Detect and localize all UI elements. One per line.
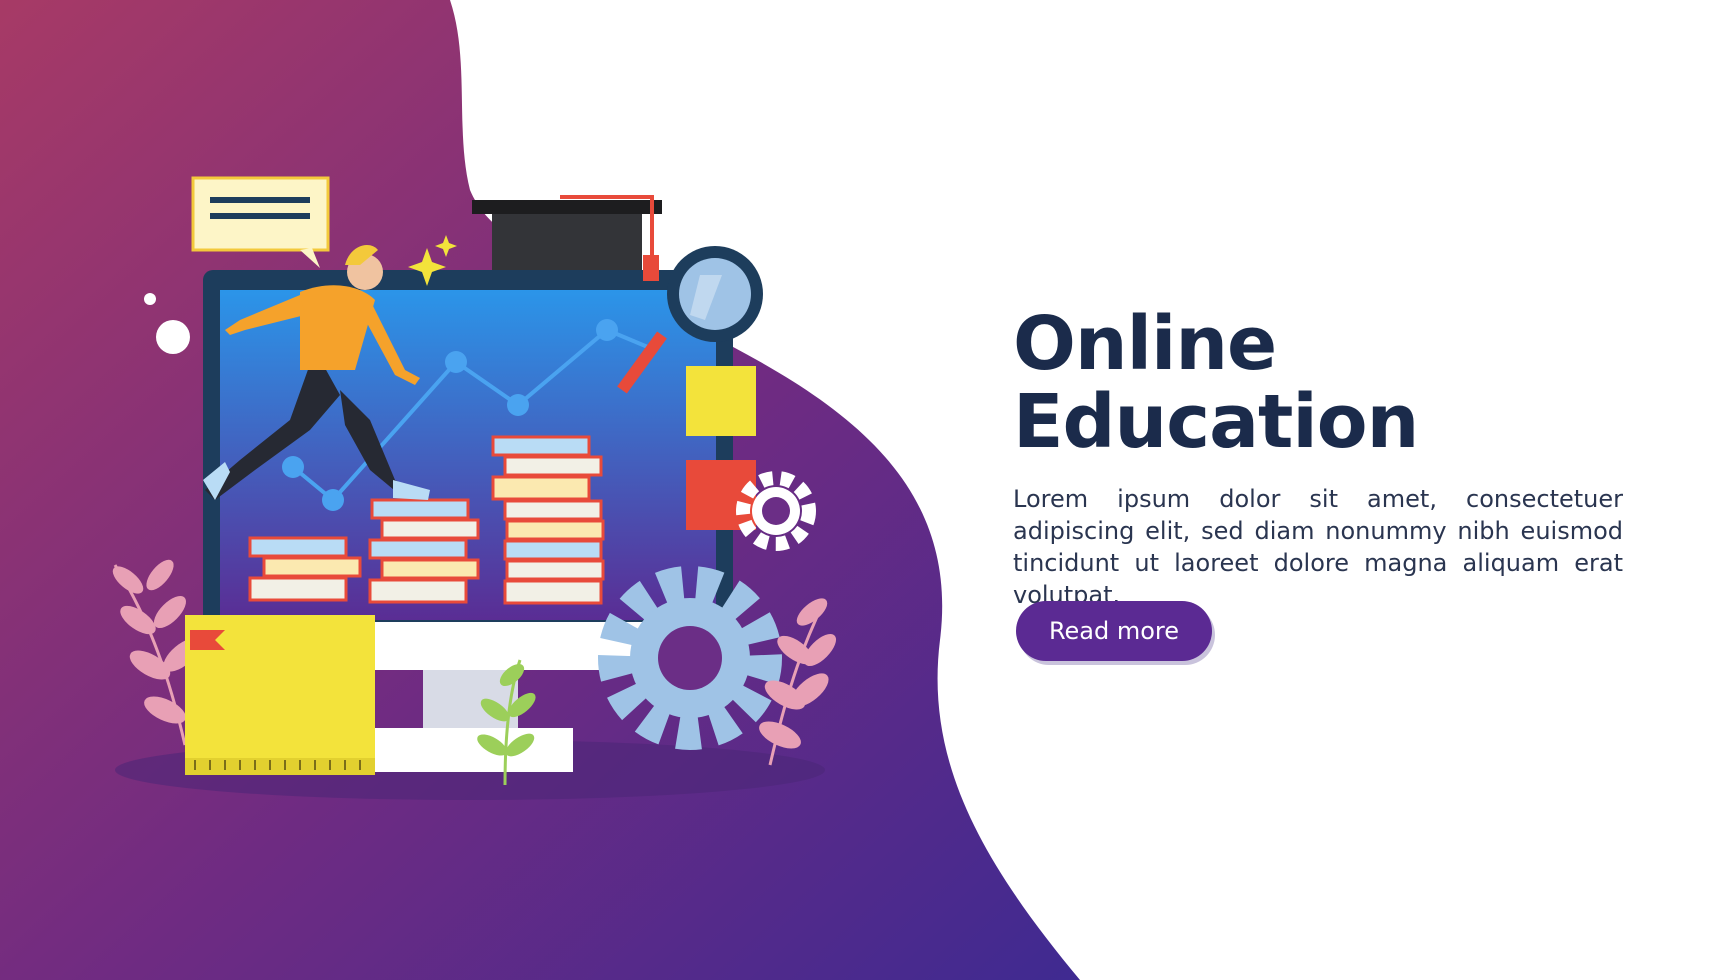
title-line-1: Online (1013, 301, 1277, 387)
read-more-button[interactable]: Read more (1016, 601, 1212, 661)
graduation-cap-icon (472, 195, 662, 281)
title-line-2: Education (1013, 379, 1419, 465)
dot-large (156, 320, 190, 354)
hero-description: Lorem ipsum dolor sit amet, consectetuer… (1013, 485, 1623, 609)
dot-small (144, 293, 156, 305)
ruler-icon (185, 615, 375, 775)
page-title: Online Education (1013, 305, 1653, 461)
monitor-base (375, 728, 573, 772)
red-note (686, 460, 756, 530)
yellow-note (686, 366, 756, 436)
hero-text-block: Online Education Lorem ipsum dolor sit a… (1013, 305, 1653, 611)
